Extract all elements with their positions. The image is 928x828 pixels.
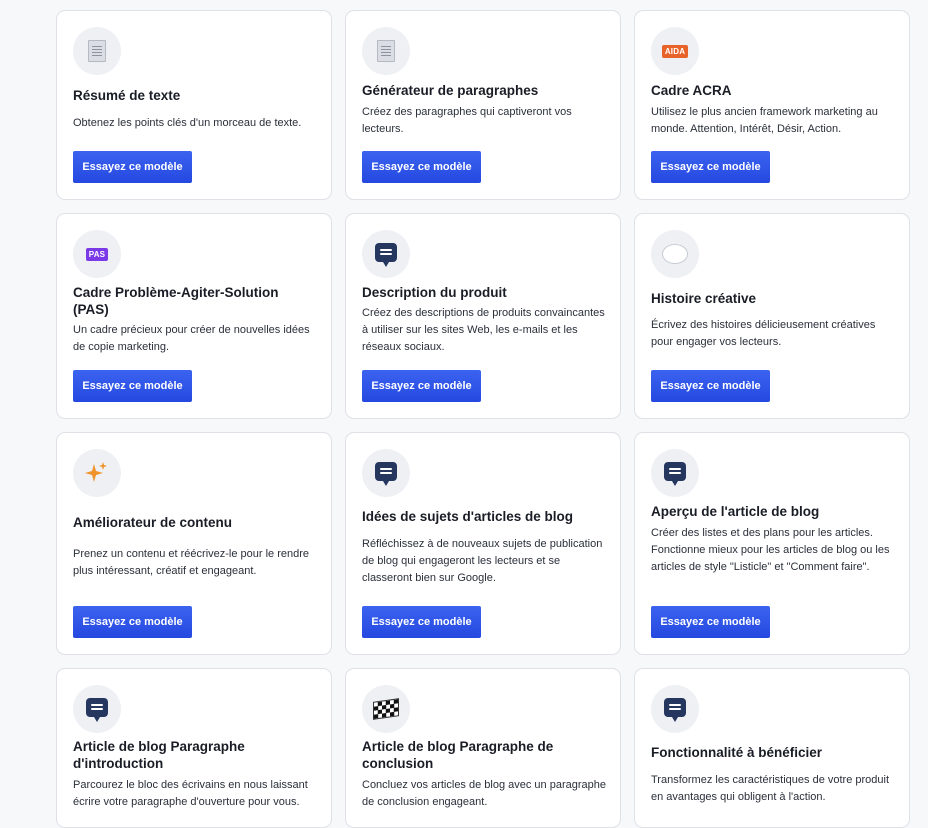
template-card-apercu-article-blog[interactable]: Aperçu de l'article de blog Créer des li… bbox=[634, 432, 910, 655]
card-title: Générateur de paragraphes bbox=[362, 83, 539, 98]
document-icon bbox=[73, 27, 121, 75]
thought-bubble-icon bbox=[651, 230, 699, 278]
template-card-ameliorateur-contenu[interactable]: Améliorateur de contenu Prenez un conten… bbox=[56, 432, 332, 655]
document-icon bbox=[362, 27, 410, 75]
card-title: Article de blog Paragraphe de conclusion bbox=[362, 739, 554, 771]
card-description: Transformez les caractéristiques de votr… bbox=[651, 774, 890, 803]
card-description: Créez des paragraphes qui captiveront vo… bbox=[362, 106, 572, 135]
template-card-paragraphe-introduction[interactable]: Article de blog Paragraphe d'introductio… bbox=[56, 668, 332, 828]
template-card-resume-texte[interactable]: Résumé de texte Obtenez les points clés … bbox=[56, 10, 332, 200]
chat-icon bbox=[651, 685, 699, 733]
checkered-flag-icon bbox=[362, 685, 410, 733]
card-title: Histoire créative bbox=[651, 291, 757, 306]
try-template-button[interactable]: Essayez ce modèle bbox=[651, 370, 770, 402]
card-title: Idées de sujets d'articles de blog bbox=[362, 509, 574, 524]
template-card-paragraphe-conclusion[interactable]: Article de blog Paragraphe de conclusion… bbox=[345, 668, 621, 828]
try-template-button[interactable]: Essayez ce modèle bbox=[73, 370, 192, 402]
card-title: Améliorateur de contenu bbox=[73, 515, 233, 530]
aida-badge-icon: AIDA bbox=[651, 27, 699, 75]
card-description: Obtenez les points clés d'un morceau de … bbox=[73, 117, 302, 129]
try-template-button[interactable]: Essayez ce modèle bbox=[362, 151, 481, 183]
template-card-idees-sujets-blog[interactable]: Idées de sujets d'articles de blog Réflé… bbox=[345, 432, 621, 655]
chat-icon bbox=[362, 449, 410, 497]
try-template-button[interactable]: Essayez ce modèle bbox=[362, 370, 481, 402]
card-description: Parcourez le bloc des écrivains en nous … bbox=[73, 779, 308, 808]
try-template-button[interactable]: Essayez ce modèle bbox=[651, 151, 770, 183]
card-description: Concluez vos articles de blog avec un pa… bbox=[362, 779, 606, 808]
card-title: Article de blog Paragraphe d'introductio… bbox=[73, 739, 245, 771]
card-description: Prenez un contenu et réécrivez-le pour l… bbox=[73, 548, 310, 577]
try-template-button[interactable]: Essayez ce modèle bbox=[73, 606, 192, 638]
card-title: Résumé de texte bbox=[73, 88, 181, 103]
card-title: Description du produit bbox=[362, 285, 507, 300]
template-card-fonctionnalite-beneficier[interactable]: Fonctionnalité à bénéficier Transformez … bbox=[634, 668, 910, 828]
try-template-button[interactable]: Essayez ce modèle bbox=[73, 151, 192, 183]
card-description: Créez des descriptions de produits conva… bbox=[362, 307, 605, 353]
card-title: Aperçu de l'article de blog bbox=[651, 504, 820, 519]
card-title: Cadre ACRA bbox=[651, 83, 732, 98]
pas-badge-icon: PAS bbox=[73, 230, 121, 278]
try-template-button[interactable]: Essayez ce modèle bbox=[362, 606, 481, 638]
template-card-description-produit[interactable]: Description du produit Créez des descrip… bbox=[345, 213, 621, 419]
card-title: Cadre Problème-Agiter-Solution (PAS) bbox=[73, 285, 279, 317]
try-template-button[interactable]: Essayez ce modèle bbox=[651, 606, 770, 638]
card-description: Utilisez le plus ancien framework market… bbox=[651, 106, 878, 135]
card-title: Fonctionnalité à bénéficier bbox=[651, 745, 823, 760]
chat-icon bbox=[362, 230, 410, 278]
chat-icon bbox=[73, 685, 121, 733]
card-description: Écrivez des histoires délicieusement cré… bbox=[651, 319, 876, 348]
template-card-histoire-creative[interactable]: Histoire créative Écrivez des histoires … bbox=[634, 213, 910, 419]
template-card-generateur-paragraphes[interactable]: Générateur de paragraphes Créez des para… bbox=[345, 10, 621, 200]
sparkles-icon bbox=[73, 449, 121, 497]
card-description: Réfléchissez à de nouveaux sujets de pub… bbox=[362, 538, 603, 584]
template-card-cadre-pas[interactable]: PAS Cadre Problème-Agiter-Solution (PAS)… bbox=[56, 213, 332, 419]
chat-icon bbox=[651, 449, 699, 497]
template-card-cadre-acra[interactable]: AIDA Cadre ACRA Utilisez le plus ancien … bbox=[634, 10, 910, 200]
card-description: Créer des listes et des plans pour les a… bbox=[651, 527, 890, 573]
card-description: Un cadre précieux pour créer de nouvelle… bbox=[73, 324, 310, 353]
